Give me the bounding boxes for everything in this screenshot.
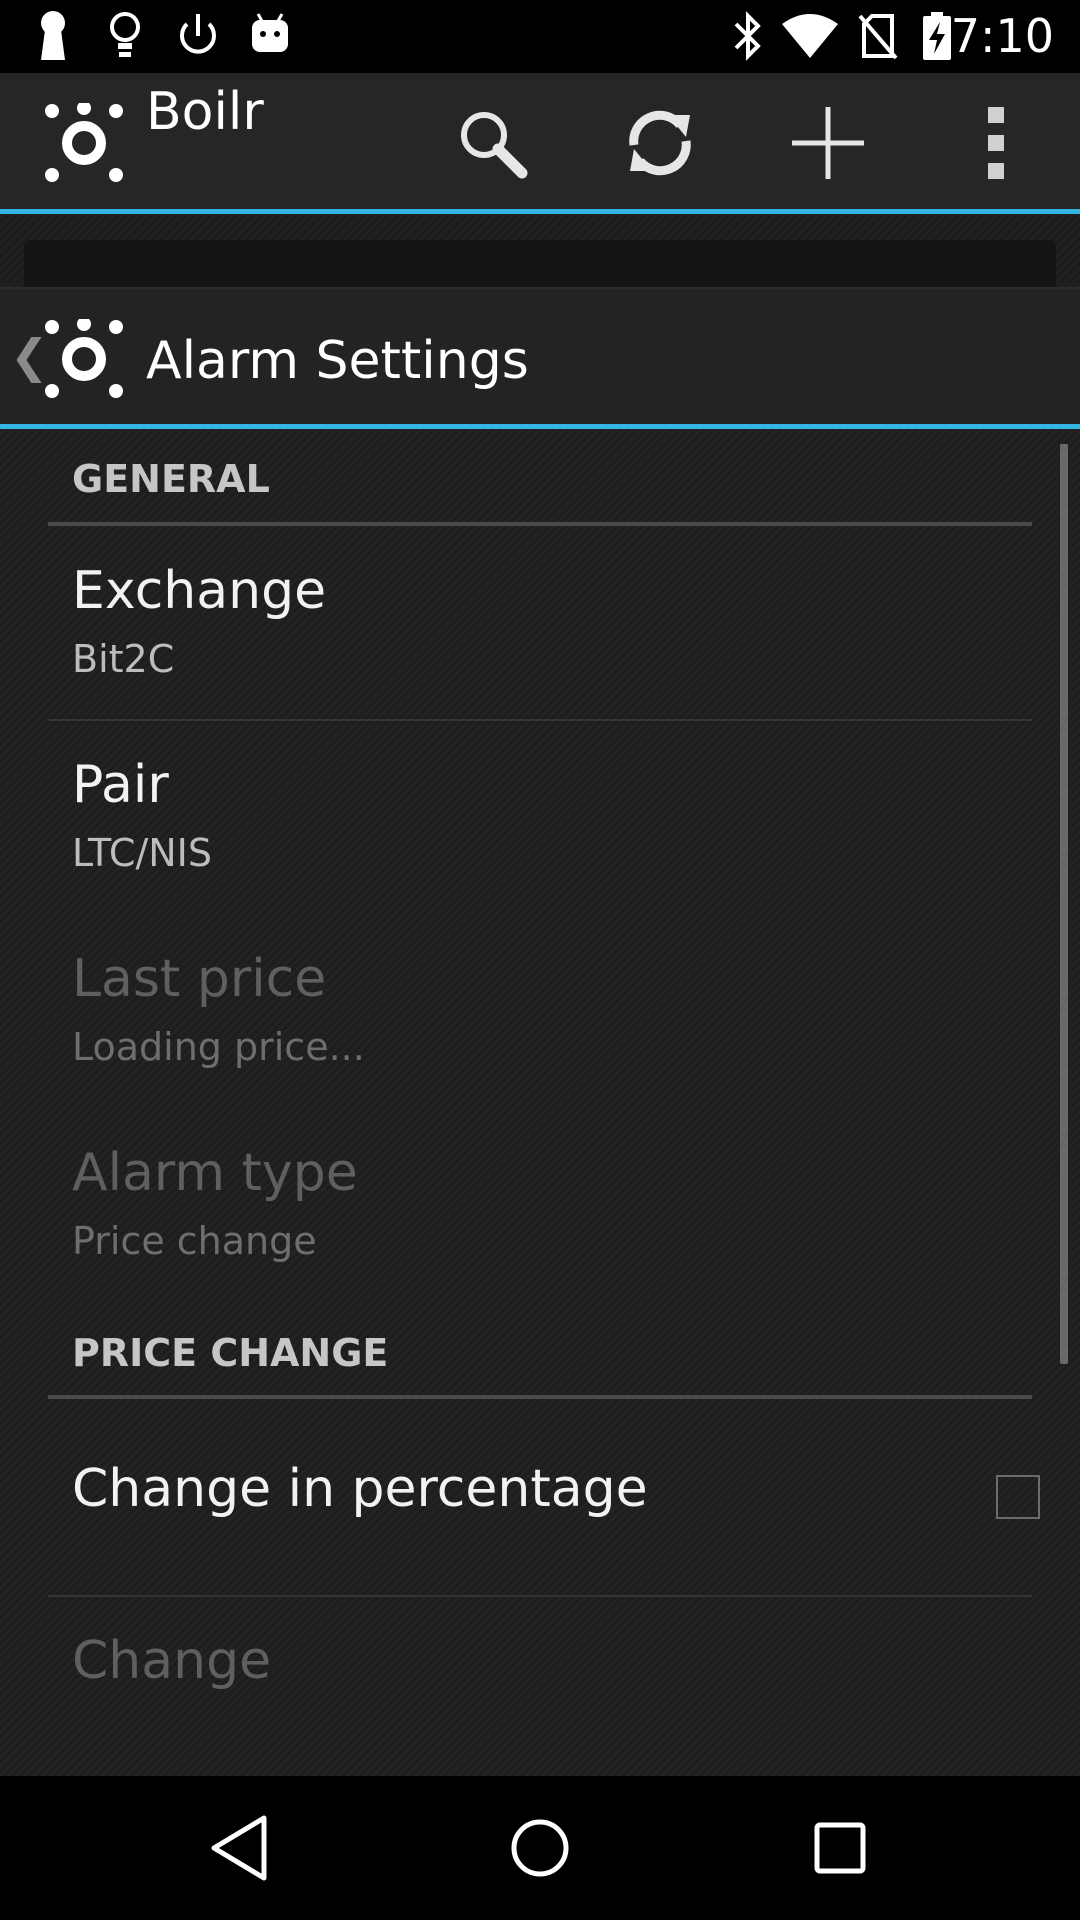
alarm-settings-screen: ❮ Alarm Settings GENERAL Exchange Bit2C … xyxy=(0,287,1080,1778)
pref-title: Change xyxy=(72,1631,272,1691)
app-title: Boilr xyxy=(146,82,264,142)
search-icon[interactable] xyxy=(452,103,532,183)
up-chevron-icon[interactable]: ❮ xyxy=(10,329,49,383)
status-bar: 7:10 xyxy=(0,0,1080,73)
screen: 7:10 Boilr ❮ Alarm Settings GENERAL Exch… xyxy=(0,0,1080,1920)
settings-bar-accent-line xyxy=(0,424,1080,429)
home-icon[interactable] xyxy=(500,1808,580,1888)
pref-pair[interactable]: Pair LTC/NIS xyxy=(0,721,1040,913)
pref-title: Exchange xyxy=(72,561,327,621)
android-icon xyxy=(250,10,290,66)
boilr-logo-icon[interactable] xyxy=(44,101,124,187)
category-price-change: PRICE CHANGE xyxy=(72,1331,389,1375)
app-bar-accent-line xyxy=(0,209,1080,214)
back-icon[interactable] xyxy=(202,1808,282,1888)
navigation-bar xyxy=(0,1776,1080,1920)
pref-alarm-type: Alarm type Price change xyxy=(0,1109,1040,1301)
bluetooth-icon xyxy=(730,10,766,66)
category-general: GENERAL xyxy=(72,457,270,501)
pref-title: Alarm type xyxy=(72,1143,358,1203)
pref-title: Pair xyxy=(72,755,169,815)
settings-title: Alarm Settings xyxy=(146,331,529,391)
pref-change: Change xyxy=(0,1597,1040,1778)
scrollbar[interactable] xyxy=(1060,444,1068,1364)
add-icon[interactable] xyxy=(788,103,868,183)
refresh-icon[interactable] xyxy=(620,103,700,183)
pref-change-in-percentage[interactable]: Change in percentage xyxy=(0,1399,1040,1595)
percentage-checkbox[interactable] xyxy=(996,1475,1040,1519)
pref-title: Change in percentage xyxy=(72,1459,648,1519)
no-sim-icon xyxy=(858,10,898,66)
lightbulb-icon xyxy=(108,10,142,66)
pref-summary: Bit2C xyxy=(72,637,175,681)
pref-summary: LTC/NIS xyxy=(72,831,213,875)
pref-title: Last price xyxy=(72,949,327,1009)
overflow-menu-icon[interactable] xyxy=(956,103,1036,183)
alarm-card[interactable] xyxy=(24,240,1056,290)
pref-summary: Loading price... xyxy=(72,1025,365,1069)
boilr-logo-icon xyxy=(44,317,124,403)
battery-charging-icon xyxy=(920,10,954,66)
power-icon xyxy=(176,10,220,66)
wifi-icon xyxy=(780,10,840,66)
pref-last-price: Last price Loading price... xyxy=(0,915,1040,1107)
pref-summary: Price change xyxy=(72,1219,317,1263)
keyhole-icon xyxy=(38,10,68,66)
clock: 7:10 xyxy=(950,9,1054,63)
recents-icon[interactable] xyxy=(800,1808,880,1888)
pref-exchange[interactable]: Exchange Bit2C xyxy=(0,525,1040,719)
settings-action-bar[interactable]: ❮ Alarm Settings xyxy=(0,289,1080,425)
